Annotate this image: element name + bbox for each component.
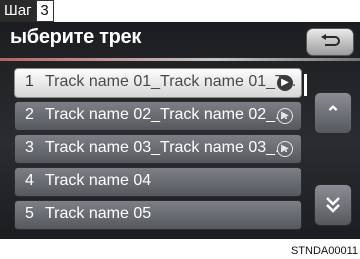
return-arrow-icon (321, 34, 340, 46)
track-row-2[interactable]: 2 Track name 02_Track name 02_... ▶ (14, 101, 302, 131)
title-divider (0, 58, 360, 61)
track-number: 2 (25, 106, 34, 123)
screen-title: ыберите трек (10, 26, 142, 48)
track-row-3[interactable]: 3 Track name 03_Track name 03_... ▶ (14, 134, 302, 164)
scroll-up-button[interactable]: ⌃ (314, 92, 352, 134)
track-number: 5 (25, 205, 34, 222)
right-arrow-icon: ▶ (277, 141, 293, 157)
track-row-5[interactable]: 5 Track name 05 (14, 200, 302, 230)
track-name: Track name 03_Track name 03_... (45, 139, 289, 156)
scroll-position-marker (304, 74, 307, 96)
track-number: 1 (25, 73, 34, 90)
figure-code: STNDA00011 (290, 245, 358, 257)
chevron-down-icon (326, 197, 340, 213)
track-number: 4 (25, 172, 34, 189)
step-number: 3 (35, 0, 54, 22)
track-row-4[interactable]: 4 Track name 04 (14, 167, 302, 197)
track-name: Track name 02_Track name 02_... (45, 106, 289, 123)
track-row-1[interactable]: 1 Track name 01_Track name 01_T... ▶ (14, 68, 302, 98)
track-list: 1 Track name 01_Track name 01_T... ▶ 2 T… (14, 68, 302, 233)
back-button[interactable] (306, 28, 354, 56)
chevron-up-icon: ⌃ (325, 103, 341, 123)
step-indicator: Шаг 3 (0, 0, 54, 22)
track-name: Track name 01_Track name 01_T... (45, 73, 297, 90)
step-label: Шаг (0, 0, 36, 22)
right-arrow-icon: ▶ (277, 108, 293, 124)
track-name: Track name 05 (45, 205, 152, 222)
track-select-screen: ыберите трек 1 Track name 01_Track name … (0, 22, 360, 239)
right-arrow-icon: ▶ (277, 75, 293, 91)
track-name: Track name 04 (45, 172, 152, 189)
scroll-down-button[interactable] (314, 184, 352, 226)
track-number: 3 (25, 139, 34, 156)
